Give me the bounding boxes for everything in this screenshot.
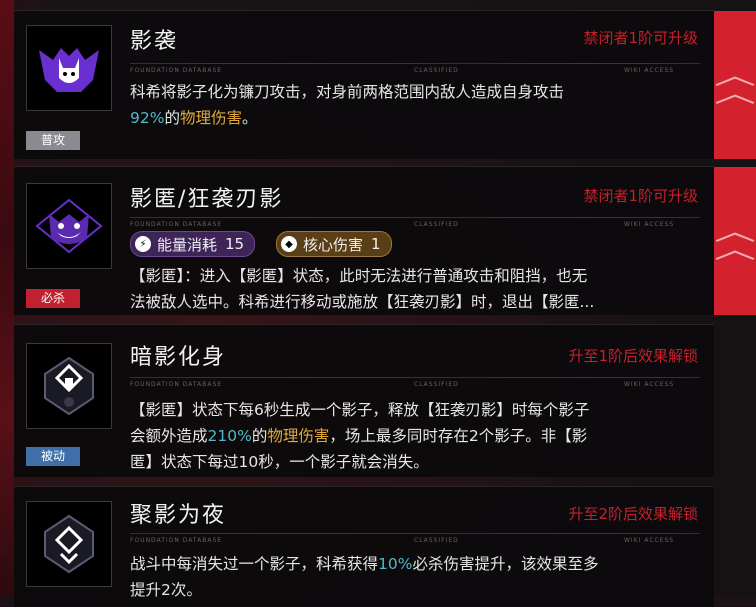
divider — [130, 533, 700, 534]
grinning-cat-icon — [35, 198, 103, 254]
mini-label: WIKI ACCESS — [624, 221, 675, 228]
night-emblem-icon — [44, 514, 94, 574]
mini-label: WIKI ACCESS — [624, 381, 675, 388]
upgrade-tab[interactable]: ︿ ︿ — [714, 11, 756, 159]
background-strip — [0, 0, 14, 595]
mini-label: CLASSIFIED — [414, 221, 459, 228]
upgrade-status: 升至2阶后效果解锁 — [568, 505, 698, 523]
mini-label: FOUNDATION DATABASE — [130, 67, 223, 74]
mini-label: CLASSIFIED — [414, 67, 459, 74]
skill-card-passive[interactable]: 被动 暗影化身 升至1阶后效果解锁 FOUNDATION DATABASE CL… — [14, 324, 714, 477]
mini-label: WIKI ACCESS — [624, 67, 675, 74]
divider — [130, 217, 700, 218]
skill-card-ultimate[interactable]: ︿ ︿ 必杀 影匿/狂袭刃影 禁闭者1阶可升级 FOUNDATION DATAB… — [14, 166, 756, 315]
skill-icon-box — [26, 501, 112, 587]
skill-icon-box — [26, 183, 112, 269]
core-damage-chip: ◆ 核心伤害 1 — [276, 231, 392, 257]
skill-icon-box — [26, 343, 112, 429]
skill-title: 暗影化身 — [130, 345, 227, 370]
upgrade-status: 禁闭者1阶可升级 — [583, 29, 698, 47]
upgrade-status: 禁闭者1阶可升级 — [583, 187, 698, 205]
mini-label: WIKI ACCESS — [624, 537, 675, 544]
skill-type-tag: 必杀 — [26, 289, 80, 308]
divider — [130, 377, 700, 378]
divider — [130, 63, 700, 64]
mini-label: FOUNDATION DATABASE — [130, 537, 223, 544]
upgrade-tab[interactable]: ︿ ︿ — [714, 167, 756, 315]
skill-description: 【影匿】：进入【影匿】状态，此时无法进行普通攻击和阻挡，也无 法被敌人选中。科希… — [130, 267, 595, 311]
mini-label: FOUNDATION DATABASE — [130, 221, 223, 228]
skill-description: 【影匿】状态下每6秒生成一个影子，释放【狂袭刃影】时每个影子 会额外造成210%… — [130, 401, 590, 471]
upgrade-status: 升至1阶后效果解锁 — [568, 347, 698, 365]
skill-icon-box — [26, 25, 112, 111]
mini-label: CLASSIFIED — [414, 537, 459, 544]
mini-label: CLASSIFIED — [414, 381, 459, 388]
cat-mask-icon — [39, 48, 99, 92]
skill-type-tag: 被动 — [26, 447, 80, 466]
diamond-icon: ◆ — [281, 236, 297, 252]
energy-cost-chip: ⚡ 能量消耗 15 — [130, 231, 256, 257]
skill-title: 聚影为夜 — [130, 503, 227, 528]
skill-description: 战斗中每消失过一个影子，科希获得10%必杀伤害提升，该效果至多 提升2次。 — [130, 555, 599, 599]
lightning-icon: ⚡ — [135, 236, 151, 252]
shadow-emblem-icon — [44, 356, 94, 416]
skill-card-basic[interactable]: ︿ ︿ 普攻 影袭 禁闭者1阶可升级 FOUNDATION DATABASE C… — [14, 10, 756, 159]
skill-card-talent[interactable]: 聚影为夜 升至2阶后效果解锁 FOUNDATION DATABASE CLASS… — [14, 486, 714, 607]
skill-title: 影袭 — [130, 29, 179, 54]
mini-label: FOUNDATION DATABASE — [130, 381, 223, 388]
skill-type-tag: 普攻 — [26, 131, 80, 150]
chevron-up-icon: ︿ — [714, 235, 756, 265]
skill-title: 影匿/狂袭刃影 — [130, 187, 284, 212]
chevron-up-icon: ︿ — [714, 79, 756, 109]
skill-description: 科希将影子化为镰刀攻击，对身前两格范围内敌人造成自身攻击 92%的物理伤害。 — [130, 83, 565, 127]
